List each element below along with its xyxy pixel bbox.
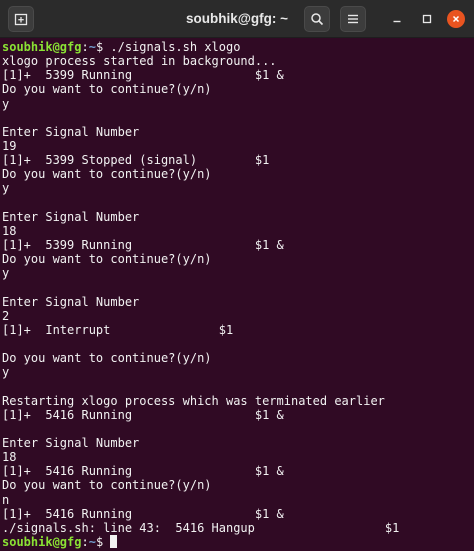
- output-line: 19: [2, 138, 17, 153]
- output-line: 18: [2, 223, 17, 238]
- output-line: [1]+ 5399 Running $1 &: [2, 237, 284, 252]
- prompt-symbol: $: [95, 534, 111, 549]
- output-line: [1]+ Interrupt $1: [2, 322, 234, 337]
- search-icon: [311, 13, 324, 26]
- menu-button[interactable]: [340, 6, 366, 32]
- prompt-path: ~: [88, 534, 96, 549]
- search-button[interactable]: [304, 6, 330, 32]
- output-line: n: [2, 492, 10, 507]
- output-line: y: [2, 181, 10, 196]
- prompt-symbol: $: [95, 40, 111, 54]
- maximize-icon: [422, 14, 432, 24]
- title-bar: soubhik@gfg: ~: [0, 0, 474, 38]
- minimize-button[interactable]: [388, 10, 406, 28]
- output-line: Do you want to continue?(y/n): [2, 82, 212, 97]
- output-line: xlogo process started in background...: [2, 54, 277, 69]
- output-line: [1]+ 5416 Running $1 &: [2, 407, 284, 422]
- output-line: ./signals.sh: line 43: 5416 Hangup $1: [2, 520, 400, 535]
- output-line: y: [2, 266, 10, 281]
- new-tab-icon: [14, 13, 28, 26]
- output-line: [1]+ 5416 Running $1 &: [2, 464, 284, 479]
- output-line: Enter Signal Number: [2, 209, 140, 224]
- output-line: 18: [2, 450, 17, 465]
- output-line: [1]+ 5399 Stopped (signal) $1: [2, 153, 270, 168]
- prompt-path: ~: [88, 40, 96, 54]
- output-line: Do you want to continue?(y/n): [2, 351, 212, 366]
- output-line: Enter Signal Number: [2, 294, 140, 309]
- output-line: [1]+ 5399 Running $1 &: [2, 68, 284, 83]
- output-line: Enter Signal Number: [2, 124, 140, 139]
- output-line: Do you want to continue?(y/n): [2, 252, 212, 267]
- current-prompt-line[interactable]: soubhik@gfg:~$: [0, 534, 474, 549]
- close-button[interactable]: [447, 10, 465, 28]
- text-cursor: [110, 534, 118, 548]
- minimize-icon: [393, 20, 401, 23]
- output-line: [1]+ 5416 Running $1 &: [2, 506, 284, 521]
- prompt-separator: :: [81, 40, 89, 54]
- output-line: y: [2, 96, 10, 111]
- terminal-output[interactable]: soubhik@gfg:~$ ./signals.sh xlogo xlogo …: [0, 40, 474, 551]
- new-tab-button[interactable]: [8, 6, 34, 32]
- output-line: Restarting xlogo process which was termi…: [2, 393, 385, 408]
- output-line: 2: [2, 308, 10, 323]
- maximize-button[interactable]: [418, 10, 436, 28]
- command-text: ./signals.sh xlogo: [110, 40, 241, 54]
- output-line: Do you want to continue?(y/n): [2, 478, 212, 493]
- output-line: Enter Signal Number: [2, 435, 140, 450]
- close-icon: [452, 15, 460, 23]
- command-line: soubhik@gfg:~$ ./signals.sh xlogo: [0, 40, 474, 54]
- output-line: Do you want to continue?(y/n): [2, 167, 212, 182]
- output-lines: xlogo process started in background... [1…: [0, 54, 474, 535]
- hamburger-menu-icon: [348, 14, 358, 24]
- prompt-separator: :: [81, 534, 89, 549]
- prompt-user-host: soubhik@gfg: [2, 534, 82, 549]
- prompt-user-host: soubhik@gfg: [2, 40, 82, 54]
- output-line: y: [2, 365, 10, 380]
